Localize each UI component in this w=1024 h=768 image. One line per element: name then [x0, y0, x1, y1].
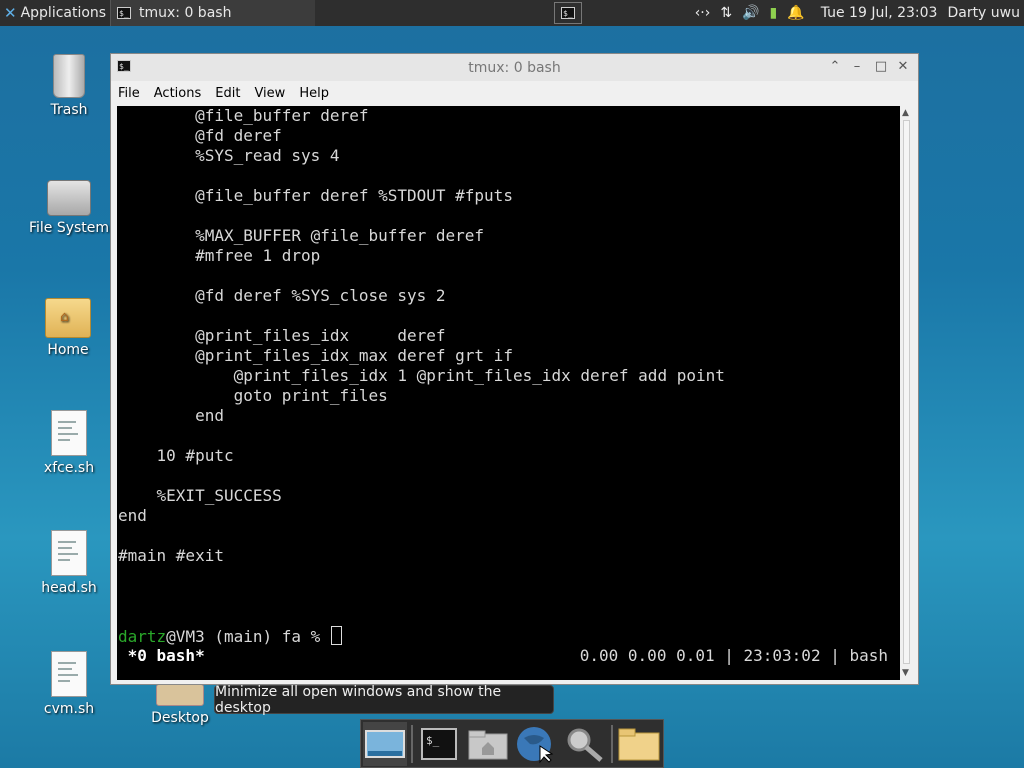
shade-icon[interactable]: ⌃ — [826, 58, 844, 76]
desktop-icon-trash[interactable]: Trash — [24, 54, 114, 118]
file-manager-launcher[interactable] — [466, 722, 510, 766]
terminal-icon: $_ — [561, 7, 575, 19]
text-cursor — [330, 626, 342, 645]
workspace-switcher[interactable]: $_ — [554, 2, 582, 24]
home-folder-icon: ⌂ — [45, 298, 91, 338]
prompt-host-path: @VM3 (main) fa % — [166, 627, 330, 646]
user-menu[interactable]: Darty uwu — [947, 5, 1020, 21]
terminal-line: @fd deref — [118, 126, 282, 145]
desktop-icon-cvm-sh[interactable]: cvm.sh — [24, 651, 114, 717]
script-file-icon — [51, 651, 87, 697]
minimize-icon[interactable]: – — [848, 58, 866, 76]
xfce-logo-icon: ✕ — [4, 4, 17, 22]
terminal-line: @file_buffer deref %STDOUT #fputs — [118, 186, 513, 205]
prompt-user: dartz — [118, 627, 167, 646]
tmux-status-right: 0.00 0.00 0.01 | 23:03:02 | bash — [579, 646, 888, 665]
dock-separator — [411, 724, 414, 763]
terminal-line: end — [118, 406, 224, 425]
svg-text:$_: $_ — [426, 734, 440, 747]
desktop-icon-head-sh[interactable]: head.sh — [24, 530, 114, 596]
terminal-line: #mfree 1 drop — [118, 246, 321, 265]
shell-prompt[interactable]: dartz@VM3 (main) fa % — [118, 626, 342, 646]
terminal-window: $_ tmux: 0 bash ⌃ – □ ✕ File Actions Edi… — [110, 53, 919, 685]
battery-icon[interactable]: ▮ — [770, 5, 778, 21]
terminal-line: @print_files_idx deref — [118, 326, 446, 345]
show-desktop-button[interactable] — [363, 721, 408, 766]
applications-menu-button[interactable]: ✕ Applications — [0, 0, 110, 26]
terminal-line: @print_files_idx 1 @print_files_idx dere… — [118, 366, 725, 385]
clock[interactable]: Tue 19 Jul, 23:03 — [821, 5, 938, 21]
menu-file[interactable]: File — [111, 86, 147, 101]
terminal-launcher[interactable]: $_ — [417, 722, 461, 766]
volume-icon[interactable]: 🔊 — [742, 5, 759, 21]
globe-icon — [517, 726, 554, 763]
trash-icon — [53, 54, 85, 98]
home-folder-icon — [468, 730, 508, 759]
maximize-icon[interactable]: □ — [872, 58, 890, 76]
terminal-line: 10 #putc — [118, 446, 234, 465]
desktop-icon-label: Desktop — [151, 710, 209, 726]
system-tray: ‹·› ⇅ 🔊 ▮ 🔔 Tue 19 Jul, 23:03 Darty uwu — [695, 0, 1024, 26]
terminal-line: @print_files_idx_max deref grt if — [118, 346, 513, 365]
terminal-line: end — [118, 506, 147, 525]
show-desktop-icon — [365, 729, 406, 758]
menu-actions[interactable]: Actions — [147, 86, 209, 101]
menu-edit[interactable]: Edit — [208, 86, 247, 101]
applications-label: Applications — [20, 5, 107, 21]
script-file-icon — [51, 410, 87, 456]
menu-view[interactable]: View — [247, 86, 292, 101]
desktop-icon-xfce-sh[interactable]: xfce.sh — [24, 410, 114, 476]
menu-bar: File Actions Edit View Help — [111, 81, 918, 105]
desktop-icon-label: head.sh — [41, 580, 97, 596]
desktop-icon-file-system[interactable]: File System — [24, 180, 114, 236]
terminal-area[interactable]: @file_buffer deref @fd deref %SYS_read s… — [117, 106, 900, 680]
top-panel: ✕ Applications $_ tmux: 0 bash $_ ‹·› ⇅ … — [0, 0, 1024, 26]
terminal-line: %SYS_read sys 4 — [118, 146, 340, 165]
terminal-line: @file_buffer deref — [118, 106, 369, 125]
desktop-icon-label: File System — [28, 220, 110, 236]
network-icon[interactable]: ‹·› — [695, 5, 711, 21]
updates-icon[interactable]: ⇅ — [720, 5, 732, 21]
terminal-icon: $_ — [117, 7, 131, 19]
notification-bell-icon[interactable]: 🔔 — [787, 5, 804, 21]
terminal-line: #main #exit — [118, 546, 224, 565]
search-launcher[interactable] — [562, 722, 606, 766]
terminal-icon: $_ — [421, 727, 458, 760]
show-desktop-tooltip: Minimize all open windows and show the d… — [214, 684, 554, 716]
magnifier-icon — [567, 728, 603, 762]
terminal-line: %MAX_BUFFER @file_buffer deref — [118, 226, 485, 245]
desktop-icon-label: cvm.sh — [43, 701, 95, 717]
folder-icon — [618, 728, 660, 760]
scroll-up-icon[interactable]: ▲ — [902, 108, 909, 118]
desktop-icon-desktop[interactable]: Desktop — [135, 684, 225, 726]
desktop-icon-label: Home — [47, 342, 89, 358]
taskbar-window-title: tmux: 0 bash — [139, 5, 232, 21]
window-title: tmux: 0 bash — [468, 59, 561, 76]
terminal-line: %EXIT_SUCCESS — [118, 486, 282, 505]
dock-separator — [610, 724, 613, 763]
desktop-icon-label: Trash — [50, 102, 88, 118]
bottom-dock: $_ — [360, 719, 664, 768]
drive-icon — [47, 180, 91, 216]
scroll-down-icon[interactable]: ▼ — [902, 668, 909, 678]
folder-icon — [156, 684, 204, 706]
folder-launcher[interactable] — [617, 722, 661, 766]
desktop-icon-label: xfce.sh — [43, 460, 95, 476]
desktop-icon-home[interactable]: ⌂ Home — [23, 298, 113, 358]
terminal-scrollbar[interactable]: ▲ ▼ — [900, 106, 914, 680]
menu-help[interactable]: Help — [292, 86, 336, 101]
terminal-line: @fd deref %SYS_close sys 2 — [118, 286, 446, 305]
window-titlebar[interactable]: $_ tmux: 0 bash ⌃ – □ ✕ — [111, 54, 918, 81]
terminal-icon: $_ — [117, 60, 131, 72]
scrollbar-thumb[interactable] — [903, 120, 910, 664]
script-file-icon — [51, 530, 87, 576]
tmux-window-list[interactable]: *0 bash* — [118, 646, 205, 666]
taskbar-window-button[interactable]: $_ tmux: 0 bash — [110, 0, 315, 26]
web-browser-launcher[interactable] — [514, 722, 558, 766]
terminal-line: goto print_files — [118, 386, 388, 405]
close-icon[interactable]: ✕ — [894, 58, 912, 76]
